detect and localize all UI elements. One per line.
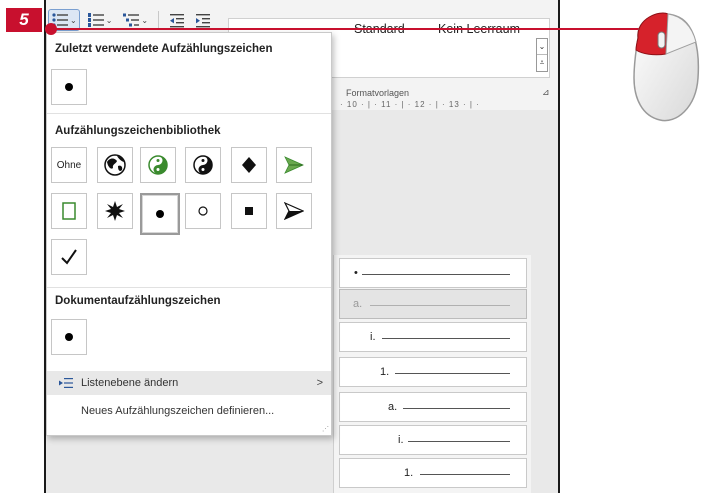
bullet-hollow-circle[interactable]	[185, 193, 221, 229]
bullet-arrowhead[interactable]	[276, 193, 312, 229]
yin-yang-green-icon	[148, 155, 168, 175]
ruler: · 10 · | · 11 · | · 12 · | · 13 · | ·	[340, 100, 480, 109]
define-new-bullet-label: Neues Aufzählungszeichen definieren...	[81, 405, 275, 417]
hollow-circle-icon	[198, 206, 208, 216]
square-outline-icon	[62, 202, 76, 220]
styles-scroll[interactable]: ⌄ ⩡	[536, 38, 548, 72]
level-marker: a.	[353, 298, 363, 310]
list-level-5[interactable]: a.	[339, 392, 527, 422]
filled-circle-icon	[65, 333, 73, 341]
arrowhead-icon	[284, 202, 304, 220]
bullet-library-title: Aufzählungszeichenbibliothek	[55, 125, 221, 137]
yin-yang-icon	[193, 155, 213, 175]
star-burst-icon	[105, 201, 125, 221]
callout-line	[52, 28, 652, 30]
change-list-level-menu-item[interactable]: Listenebene ändern >	[47, 371, 331, 395]
bullet-library-dropdown: Zuletzt verwendete Aufzählungszeichen Au…	[46, 32, 332, 436]
change-level-icon	[59, 378, 73, 388]
list-level-2[interactable]: a.	[339, 289, 527, 319]
step-badge: 5	[6, 8, 42, 32]
change-list-level-label: Listenebene ändern	[81, 377, 179, 389]
list-level-7[interactable]: 1.	[339, 458, 527, 488]
mouse-icon	[630, 8, 702, 133]
checkmark-icon	[61, 249, 77, 265]
level-marker: i.	[398, 434, 404, 446]
define-new-bullet-menu-item[interactable]: Neues Aufzählungszeichen definieren...	[47, 399, 331, 423]
increase-indent-icon	[196, 14, 211, 28]
chevron-down-icon[interactable]: ⌄	[141, 16, 148, 25]
level-line	[382, 338, 510, 339]
resize-grip-icon[interactable]: ⋰	[322, 425, 329, 433]
list-level-panel: • a. i. 1. a. i. 1.	[333, 255, 531, 493]
globe-icon	[104, 154, 126, 176]
chevron-down-icon[interactable]: ⌄	[106, 16, 113, 25]
filled-circle-icon	[156, 210, 164, 218]
bullet-star-burst[interactable]	[97, 193, 133, 229]
level-line	[403, 408, 510, 409]
level-marker: 1.	[404, 467, 414, 479]
toolbar-separator	[158, 11, 160, 29]
dialog-launcher-icon[interactable]: ⊿	[542, 87, 550, 98]
filled-circle-icon	[65, 83, 73, 91]
callout-dot	[45, 23, 57, 35]
bullet-none[interactable]: Ohne	[51, 147, 87, 183]
list-level-3[interactable]: i.	[339, 322, 527, 352]
multilevel-list-icon	[123, 13, 140, 27]
bullet-checkmark[interactable]	[51, 239, 87, 275]
chevron-down-icon[interactable]: ⌄	[537, 39, 547, 55]
chevron-down-icon[interactable]: ⌄	[70, 16, 77, 25]
list-level-6[interactable]: i.	[339, 425, 527, 455]
chevron-right-icon: >	[316, 377, 323, 389]
numbered-list-icon	[87, 13, 104, 27]
more-styles-icon[interactable]: ⩡	[537, 55, 547, 71]
bullet-diamond[interactable]	[231, 147, 267, 183]
styles-group-label: Formatvorlagen	[346, 88, 410, 98]
level-line	[362, 274, 510, 275]
level-line	[420, 474, 510, 475]
level-line	[370, 305, 510, 306]
diamond-icon	[242, 157, 256, 173]
document-bullet-filled-circle[interactable]	[51, 319, 87, 355]
arrow-green-icon	[284, 156, 304, 174]
level-marker: •	[354, 267, 358, 279]
level-marker: 1.	[380, 366, 390, 378]
bullet-yin-yang-green[interactable]	[140, 147, 176, 183]
none-label: Ohne	[56, 159, 82, 171]
bullet-square-outline[interactable]	[51, 193, 87, 229]
level-line	[408, 441, 510, 442]
bullet-globe[interactable]	[97, 147, 133, 183]
separator	[47, 113, 331, 114]
bullet-filled-circle[interactable]	[140, 193, 180, 235]
separator	[47, 287, 331, 288]
level-marker: a.	[388, 401, 398, 413]
window-border-right	[558, 0, 560, 493]
list-level-4[interactable]: 1.	[339, 357, 527, 387]
bullet-arrow-green[interactable]	[276, 147, 312, 183]
decrease-indent-icon	[170, 14, 185, 28]
list-level-1[interactable]: •	[339, 258, 527, 288]
recent-bullet-filled-circle[interactable]	[51, 69, 87, 105]
document-bullets-title: Dokumentaufzählungszeichen	[55, 295, 221, 307]
level-marker: i.	[370, 331, 376, 343]
recent-bullets-title: Zuletzt verwendete Aufzählungszeichen	[55, 43, 273, 55]
bullet-filled-square[interactable]	[231, 193, 267, 229]
level-line	[395, 373, 510, 374]
filled-square-icon	[245, 207, 253, 215]
bullet-yin-yang[interactable]	[185, 147, 221, 183]
